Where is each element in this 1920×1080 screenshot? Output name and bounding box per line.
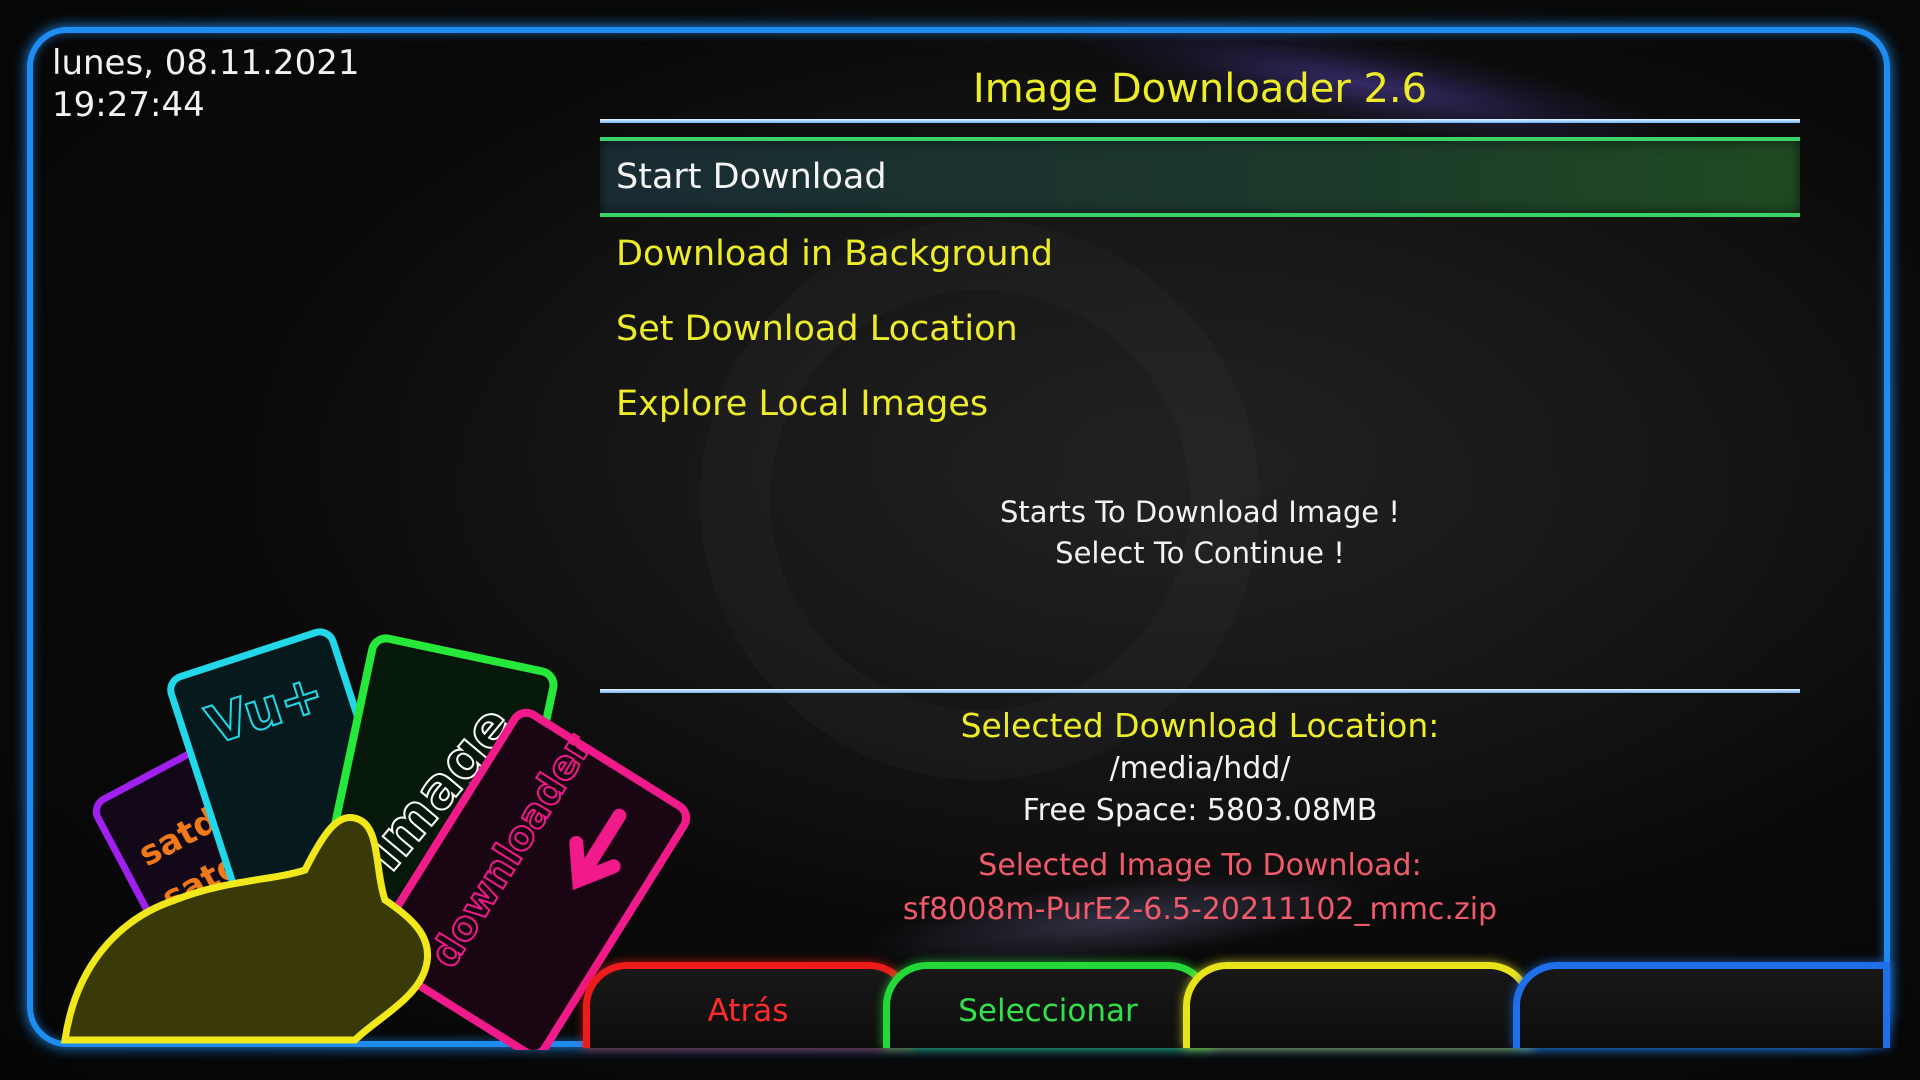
- date-text: lunes, 08.11.2021: [52, 43, 360, 83]
- menu-item-set-location[interactable]: Set Download Location: [600, 292, 1800, 367]
- menu-item-download-background[interactable]: Download in Background: [600, 217, 1800, 292]
- title-divider: [600, 119, 1800, 123]
- main-menu: Start Download Download in Background Se…: [600, 137, 1800, 442]
- menu-item-explore-local[interactable]: Explore Local Images: [600, 367, 1800, 442]
- info-divider: [600, 689, 1800, 693]
- back-button-label: Atrás: [707, 993, 789, 1029]
- blue-button[interactable]: [1513, 962, 1890, 1048]
- item-description: Starts To Download Image ! Select To Con…: [600, 492, 1800, 574]
- menu-item-start-download[interactable]: Start Download: [600, 137, 1800, 217]
- time-text: 19:27:44: [52, 85, 205, 125]
- location-label: Selected Download Location:: [960, 706, 1440, 745]
- description-line-2: Select To Continue !: [1055, 536, 1345, 570]
- yellow-button[interactable]: [1183, 962, 1533, 1048]
- select-button-label: Seleccionar: [958, 993, 1138, 1029]
- image-filename: sf8008m-PurE2-6.5-20211102_mmc.zip: [902, 892, 1498, 927]
- image-label: Selected Image To Download:: [978, 848, 1422, 883]
- location-value: /media/hdd/: [1109, 751, 1291, 786]
- clock: lunes, 08.11.2021 19:27:44: [52, 42, 359, 126]
- free-space: Free Space: 5803.08MB: [1022, 793, 1378, 828]
- description-line-1: Starts To Download Image !: [1000, 495, 1400, 529]
- info-panel: Selected Download Location: /media/hdd/ …: [600, 704, 1800, 932]
- select-button[interactable]: Seleccionar: [883, 962, 1213, 1048]
- page-title: Image Downloader 2.6: [972, 66, 1428, 112]
- back-button[interactable]: Atrás: [583, 962, 913, 1048]
